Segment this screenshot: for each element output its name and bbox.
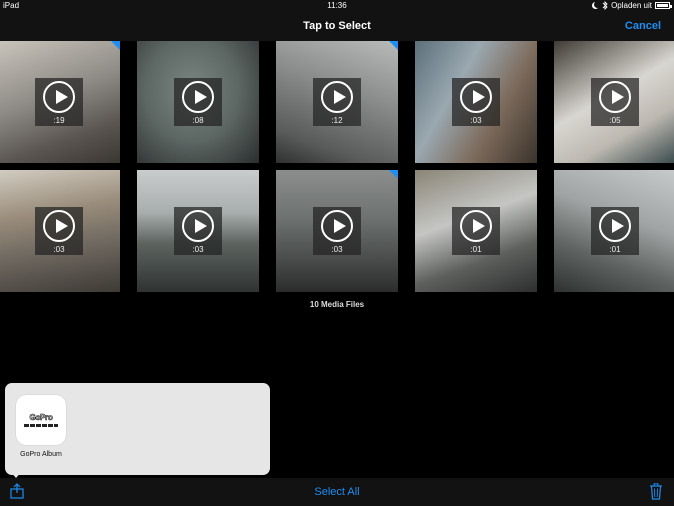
status-bar: iPad 11:36 Opladen uit bbox=[0, 0, 674, 12]
play-triangle-icon bbox=[334, 90, 346, 104]
play-triangle-icon bbox=[473, 90, 485, 104]
status-time: 11:36 bbox=[327, 1, 347, 10]
video-thumbnail[interactable]: :05 bbox=[554, 41, 674, 163]
play-overlay: :19 bbox=[35, 78, 83, 126]
video-thumbnail[interactable]: :03 bbox=[276, 170, 398, 292]
play-overlay: :05 bbox=[591, 78, 639, 126]
gopro-album-app-button[interactable]: GoPro bbox=[16, 395, 66, 445]
video-duration: :03 bbox=[53, 245, 65, 254]
popover-arrow bbox=[9, 470, 23, 478]
select-all-button[interactable]: Select All bbox=[314, 486, 359, 498]
video-duration: :19 bbox=[53, 116, 65, 125]
play-triangle-icon bbox=[612, 219, 624, 233]
bottom-toolbar: Select All bbox=[0, 478, 674, 506]
moon-icon bbox=[594, 1, 601, 8]
play-icon bbox=[182, 210, 214, 242]
play-triangle-icon bbox=[56, 219, 68, 233]
play-icon bbox=[321, 210, 353, 242]
play-overlay: :12 bbox=[313, 78, 361, 126]
video-thumbnail[interactable]: :08 bbox=[137, 41, 259, 163]
video-thumbnail[interactable]: :12 bbox=[276, 41, 398, 163]
selected-indicator bbox=[111, 41, 120, 50]
navigation-bar: Tap to Select Cancel bbox=[0, 12, 674, 41]
play-triangle-icon bbox=[195, 219, 207, 233]
play-icon bbox=[321, 81, 353, 113]
video-thumbnail[interactable]: :03 bbox=[137, 170, 259, 292]
play-overlay: :08 bbox=[174, 78, 222, 126]
video-duration: :12 bbox=[331, 116, 343, 125]
play-triangle-icon bbox=[334, 219, 346, 233]
play-icon bbox=[599, 81, 631, 113]
play-triangle-icon bbox=[56, 90, 68, 104]
video-duration: :05 bbox=[609, 116, 621, 125]
video-thumbnail[interactable]: :01 bbox=[415, 170, 537, 292]
play-overlay: :01 bbox=[452, 207, 500, 255]
video-duration: :01 bbox=[609, 245, 621, 254]
media-count-label: 10 Media Files bbox=[309, 300, 365, 309]
play-overlay: :03 bbox=[174, 207, 222, 255]
play-icon bbox=[182, 81, 214, 113]
play-overlay: :03 bbox=[313, 207, 361, 255]
play-overlay: :03 bbox=[35, 207, 83, 255]
video-duration: :08 bbox=[192, 116, 204, 125]
play-icon bbox=[599, 210, 631, 242]
trash-icon[interactable] bbox=[649, 483, 663, 500]
play-icon bbox=[43, 210, 75, 242]
play-triangle-icon bbox=[612, 90, 624, 104]
battery-icon bbox=[655, 2, 672, 9]
cancel-button[interactable]: Cancel bbox=[625, 20, 661, 32]
status-indicators: Opladen uit bbox=[592, 1, 672, 10]
media-grid: :19 :08 :12 :03 :05 :03 :03 :03 :01 :01 bbox=[0, 41, 674, 293]
video-duration: :01 bbox=[470, 245, 482, 254]
video-thumbnail[interactable]: :19 bbox=[0, 41, 120, 163]
video-thumbnail[interactable]: :01 bbox=[554, 170, 674, 292]
page-title: Tap to Select bbox=[303, 20, 371, 32]
play-overlay: :03 bbox=[452, 78, 500, 126]
video-duration: :03 bbox=[192, 245, 204, 254]
share-popover: GoPro GoPro Album bbox=[5, 383, 270, 475]
selected-indicator bbox=[389, 41, 398, 50]
share-icon[interactable] bbox=[10, 483, 24, 499]
gopro-logo: GoPro bbox=[29, 413, 53, 423]
bluetooth-icon bbox=[602, 1, 608, 10]
selected-indicator bbox=[389, 170, 398, 179]
gopro-album-label: GoPro Album bbox=[20, 451, 62, 458]
charging-status: Opladen uit bbox=[611, 1, 652, 10]
logo-strip-icon bbox=[24, 424, 58, 427]
video-duration: :03 bbox=[470, 116, 482, 125]
play-overlay: :01 bbox=[591, 207, 639, 255]
video-duration: :03 bbox=[331, 245, 343, 254]
play-triangle-icon bbox=[473, 219, 485, 233]
video-thumbnail[interactable]: :03 bbox=[0, 170, 120, 292]
play-icon bbox=[43, 81, 75, 113]
play-icon bbox=[460, 81, 492, 113]
play-icon bbox=[460, 210, 492, 242]
video-thumbnail[interactable]: :03 bbox=[415, 41, 537, 163]
play-triangle-icon bbox=[195, 90, 207, 104]
